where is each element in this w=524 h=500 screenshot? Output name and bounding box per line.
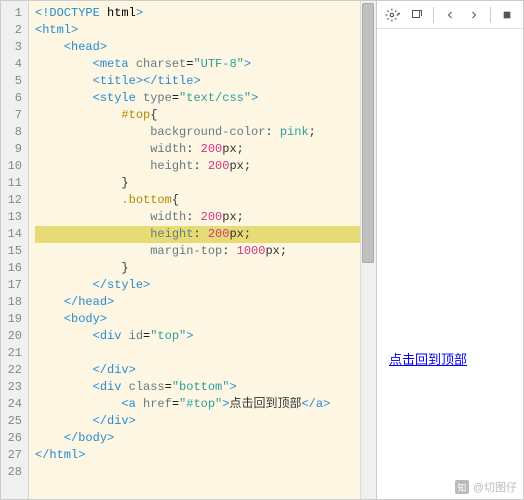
code-line[interactable]: background-color: pink; bbox=[35, 124, 376, 141]
line-number: 28 bbox=[1, 464, 28, 481]
code-line[interactable]: <title></title> bbox=[35, 73, 376, 90]
gear-icon[interactable]: ▾ bbox=[385, 7, 401, 23]
line-number: 1 bbox=[1, 5, 28, 22]
line-number: 15 bbox=[1, 243, 28, 260]
stop-icon[interactable] bbox=[499, 7, 515, 23]
code-line[interactable]: <style type="text/css"> bbox=[35, 90, 376, 107]
ide-window: 1234567891011121314151617181920212223242… bbox=[0, 0, 524, 500]
line-number: 19 bbox=[1, 311, 28, 328]
back-to-top-link[interactable]: 点击回到顶部 bbox=[389, 349, 467, 368]
code-line[interactable]: </body> bbox=[35, 430, 376, 447]
scrollbar-thumb[interactable] bbox=[362, 3, 374, 263]
code-line[interactable]: <body> bbox=[35, 311, 376, 328]
line-number: 11 bbox=[1, 175, 28, 192]
line-number: 16 bbox=[1, 260, 28, 277]
code-line[interactable]: height: 200px; bbox=[35, 158, 376, 175]
preview-body: 点击回到顶部 知 @切图仔 bbox=[377, 29, 523, 499]
back-icon[interactable] bbox=[442, 7, 458, 23]
code-line[interactable]: .bottom{ bbox=[35, 192, 376, 209]
code-line[interactable]: height: 200px; bbox=[35, 226, 376, 243]
line-number: 7 bbox=[1, 107, 28, 124]
code-line[interactable]: </head> bbox=[35, 294, 376, 311]
line-number: 9 bbox=[1, 141, 28, 158]
line-number: 21 bbox=[1, 345, 28, 362]
preview-pane: ▾ 点击回到顶部 知 @切图仔 bbox=[377, 1, 523, 499]
line-number: 27 bbox=[1, 447, 28, 464]
code-line[interactable]: <div id="top"> bbox=[35, 328, 376, 345]
code-line[interactable]: <a href="#top">点击回到顶部</a> bbox=[35, 396, 376, 413]
code-line[interactable]: <meta charset="UTF-8"> bbox=[35, 56, 376, 73]
line-number: 24 bbox=[1, 396, 28, 413]
line-number: 8 bbox=[1, 124, 28, 141]
line-number: 14 bbox=[1, 226, 28, 243]
watermark: 知 @切图仔 bbox=[455, 479, 517, 495]
line-number: 26 bbox=[1, 430, 28, 447]
code-line[interactable]: </html> bbox=[35, 447, 376, 464]
code-line[interactable]: <div class="bottom"> bbox=[35, 379, 376, 396]
code-editor-pane: 1234567891011121314151617181920212223242… bbox=[1, 1, 377, 499]
code-line[interactable]: <!DOCTYPE html> bbox=[35, 5, 376, 22]
code-line[interactable]: } bbox=[35, 260, 376, 277]
watermark-text: @切图仔 bbox=[473, 479, 517, 495]
code-line[interactable] bbox=[35, 345, 376, 362]
code-line[interactable]: </div> bbox=[35, 413, 376, 430]
line-number: 18 bbox=[1, 294, 28, 311]
code-line[interactable]: width: 200px; bbox=[35, 141, 376, 158]
line-number: 5 bbox=[1, 73, 28, 90]
line-number: 23 bbox=[1, 379, 28, 396]
line-number-gutter: 1234567891011121314151617181920212223242… bbox=[1, 1, 29, 499]
toolbar-separator bbox=[433, 7, 434, 23]
code-line[interactable]: </style> bbox=[35, 277, 376, 294]
code-line[interactable]: width: 200px; bbox=[35, 209, 376, 226]
code-line[interactable]: <html> bbox=[35, 22, 376, 39]
line-number: 25 bbox=[1, 413, 28, 430]
code-line[interactable]: <head> bbox=[35, 39, 376, 56]
line-number: 6 bbox=[1, 90, 28, 107]
code-line[interactable]: #top{ bbox=[35, 107, 376, 124]
code-line[interactable]: margin-top: 1000px; bbox=[35, 243, 376, 260]
toolbar-separator bbox=[490, 7, 491, 23]
line-number: 2 bbox=[1, 22, 28, 39]
vertical-scrollbar[interactable] bbox=[360, 1, 376, 499]
code-line[interactable]: } bbox=[35, 175, 376, 192]
line-number: 22 bbox=[1, 362, 28, 379]
line-number: 20 bbox=[1, 328, 28, 345]
code-line[interactable]: </div> bbox=[35, 362, 376, 379]
code-area[interactable]: <!DOCTYPE html><html> <head> <meta chars… bbox=[29, 1, 376, 499]
line-number: 3 bbox=[1, 39, 28, 56]
zhihu-logo-icon: 知 bbox=[455, 480, 469, 494]
line-number: 17 bbox=[1, 277, 28, 294]
preview-toolbar: ▾ bbox=[377, 1, 523, 29]
line-number: 10 bbox=[1, 158, 28, 175]
line-number: 12 bbox=[1, 192, 28, 209]
popout-icon[interactable] bbox=[409, 7, 425, 23]
line-number: 13 bbox=[1, 209, 28, 226]
code-line[interactable] bbox=[35, 464, 376, 481]
forward-icon[interactable] bbox=[466, 7, 482, 23]
line-number: 4 bbox=[1, 56, 28, 73]
